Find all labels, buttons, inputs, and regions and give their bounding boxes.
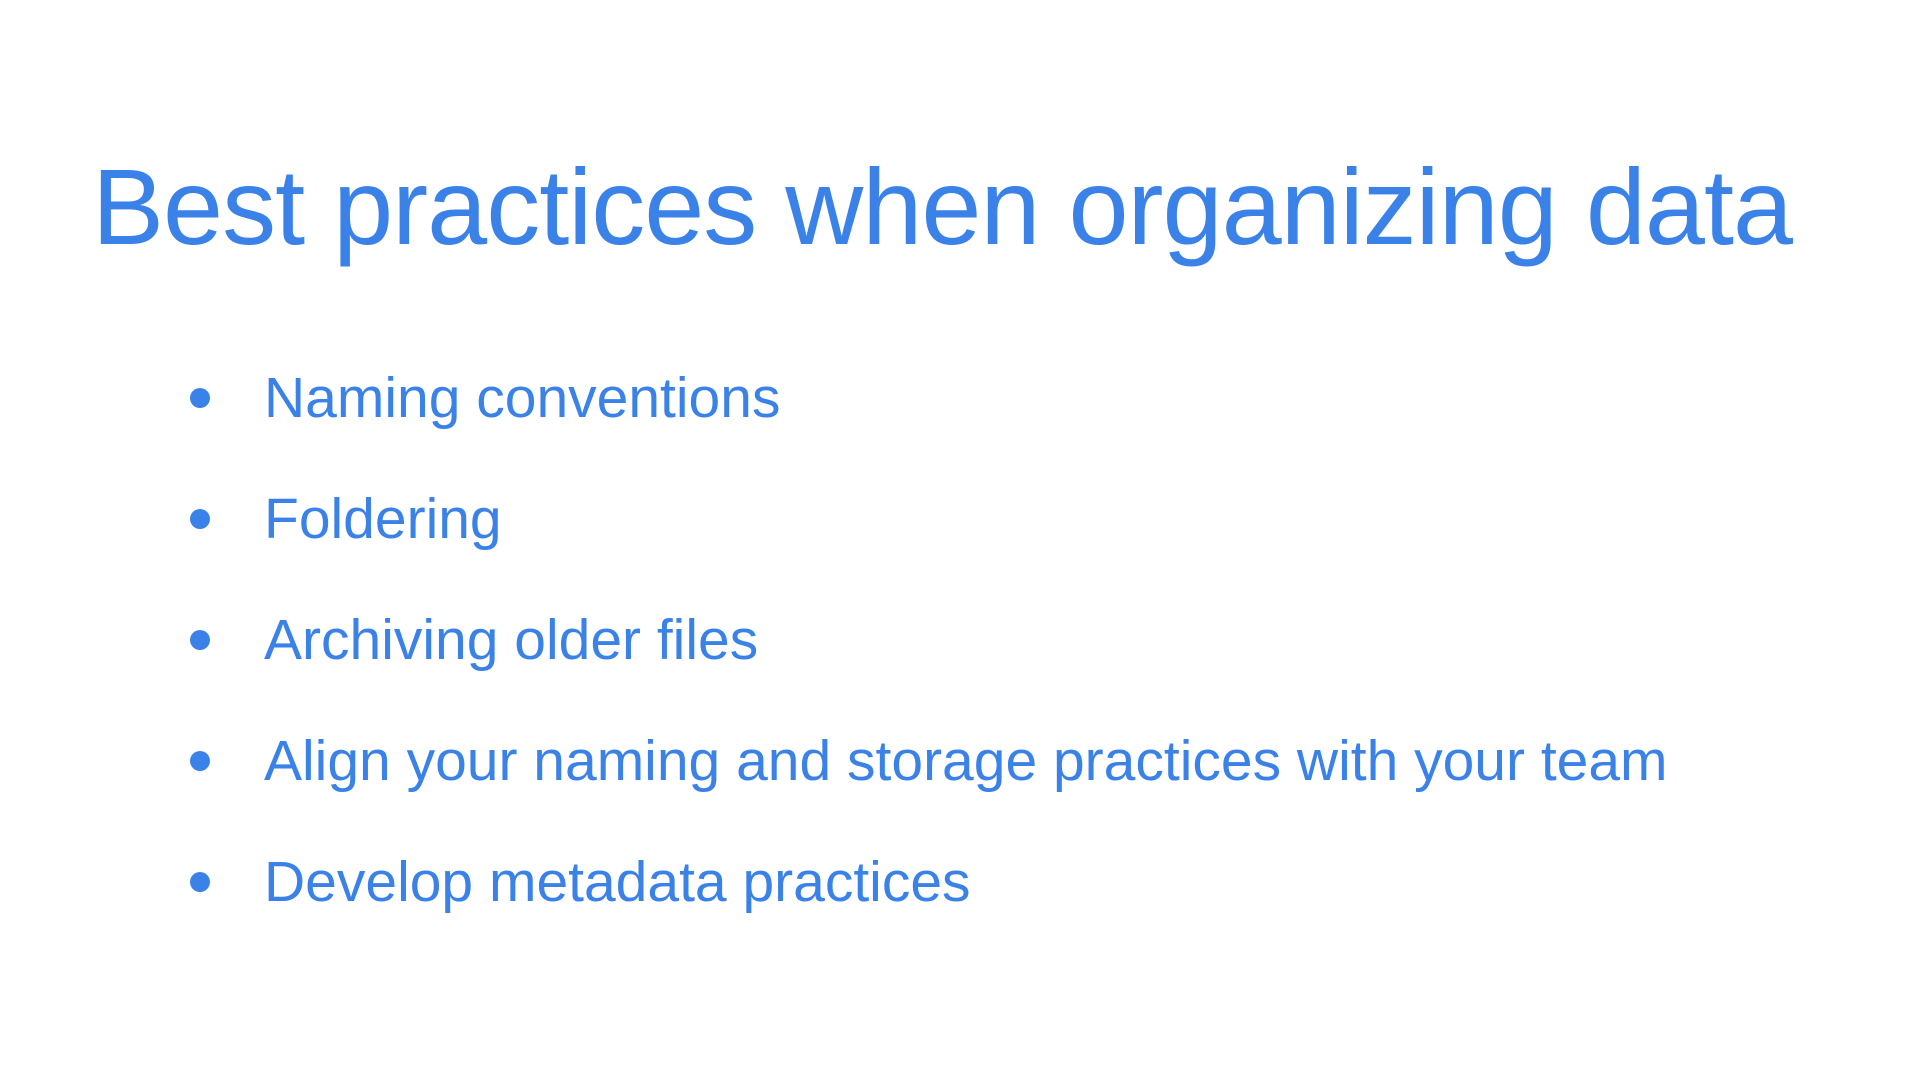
bullet-dot-icon xyxy=(190,630,210,650)
bullet-item: Archiving older files xyxy=(190,604,1668,676)
bullet-item: Foldering xyxy=(190,483,1668,555)
bullet-item: Align your naming and storage practices … xyxy=(190,725,1668,797)
bullet-text: Naming conventions xyxy=(264,365,781,430)
bullet-dot-icon xyxy=(190,751,210,771)
bullet-text: Develop metadata practices xyxy=(264,849,971,914)
bullet-dot-icon xyxy=(190,509,210,529)
bullet-item: Naming conventions xyxy=(190,362,1668,434)
bullet-text: Align your naming and storage practices … xyxy=(264,728,1668,793)
slide: Best practices when organizing data Nami… xyxy=(0,0,1920,1080)
bullet-text: Foldering xyxy=(264,486,502,551)
bullet-list: Naming conventions Foldering Archiving o… xyxy=(190,362,1668,967)
bullet-text: Archiving older files xyxy=(264,607,759,672)
slide-title: Best practices when organizing data xyxy=(92,146,1793,267)
bullet-item: Develop metadata practices xyxy=(190,846,1668,918)
bullet-dot-icon xyxy=(190,388,210,408)
bullet-dot-icon xyxy=(190,872,210,892)
